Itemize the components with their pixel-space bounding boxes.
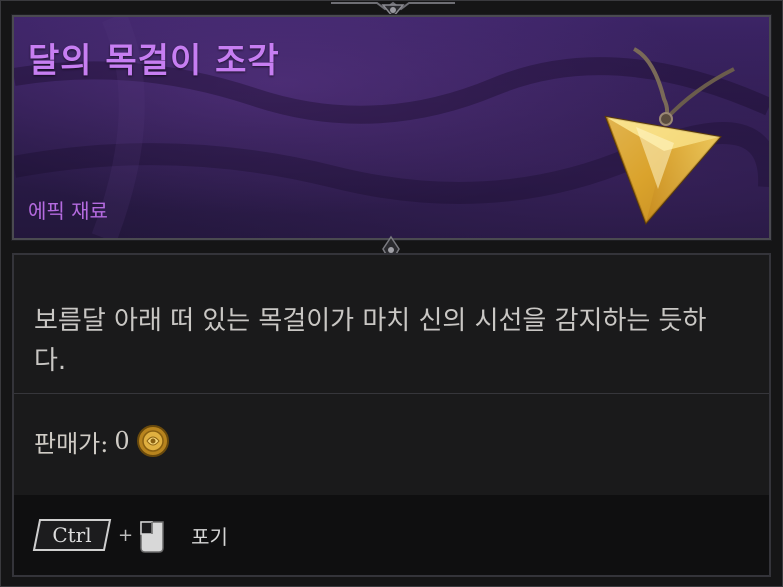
item-title: 달의 목걸이 조각 xyxy=(28,41,280,81)
item-header: 달의 목걸이 조각 에픽 재료 xyxy=(11,14,772,241)
sell-price-value: 0 xyxy=(114,427,130,455)
ctrl-key-icon: Ctrl xyxy=(30,518,114,552)
item-body: 보름달 아래 떠 있는 목걸이가 마치 신의 시선을 감지하는 듯하다. 판매가… xyxy=(12,253,771,577)
coin-icon xyxy=(136,425,169,457)
item-tooltip: 달의 목걸이 조각 에픽 재료 보름달 아래 떠 있는 목걸이가 마치 신의 시… xyxy=(0,0,783,587)
ctrl-key-label: Ctrl xyxy=(52,523,92,547)
discard-label: 포기 xyxy=(191,524,228,549)
sell-price: 판매가: 0 xyxy=(34,421,170,461)
moon-necklace-fragment-icon xyxy=(604,47,735,225)
mouse-click-icon xyxy=(140,521,164,553)
item-description: 보름달 아래 떠 있는 목걸이가 마치 신의 시선을 감지하는 듯하다. xyxy=(34,306,707,376)
plus-sign: + xyxy=(118,524,134,546)
item-rarity: 에픽 재료 xyxy=(28,199,108,223)
sell-price-label: 판매가: xyxy=(34,429,109,458)
section-divider xyxy=(14,393,769,394)
discard-action[interactable]: Ctrl + 포기 xyxy=(30,515,228,555)
